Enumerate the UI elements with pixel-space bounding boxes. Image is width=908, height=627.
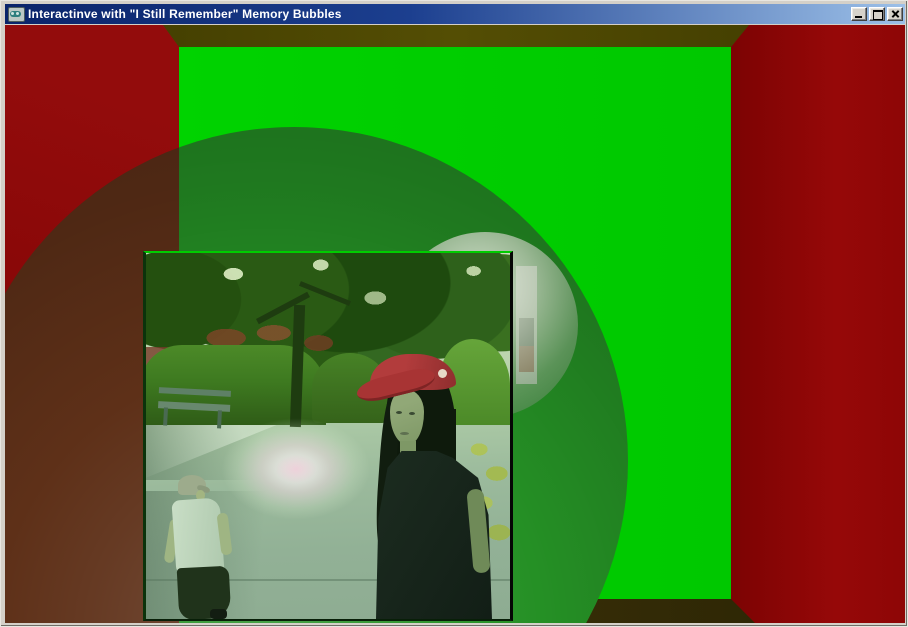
girl-eye <box>396 411 402 414</box>
girl-mouth <box>400 432 409 435</box>
child-shirt <box>171 497 224 576</box>
photo-child-figure <box>170 475 234 619</box>
maximize-icon <box>873 10 883 20</box>
maximize-button[interactable] <box>869 7 885 21</box>
titlebar[interactable]: Interactinve with "I Still Remember" Mem… <box>5 4 905 24</box>
window-title: Interactinve with "I Still Remember" Mem… <box>28 4 849 24</box>
bench-leg <box>163 407 168 425</box>
minimize-button[interactable] <box>851 7 867 21</box>
app-icon <box>8 7 25 22</box>
girl-eye <box>409 412 415 415</box>
room-ceiling <box>155 25 755 47</box>
window-controls <box>849 7 903 21</box>
child-shoe <box>210 609 227 619</box>
camera-lens-icon <box>10 11 21 17</box>
girl-cap-star <box>438 369 447 378</box>
minimize-icon <box>855 16 862 18</box>
close-button[interactable] <box>887 7 903 21</box>
memory-photo-large[interactable] <box>143 251 513 621</box>
photo-girl-figure <box>364 349 492 619</box>
room-wall-right <box>731 25 905 623</box>
scene-viewport[interactable] <box>5 25 905 623</box>
app-window: Interactinve with "I Still Remember" Mem… <box>0 0 908 627</box>
